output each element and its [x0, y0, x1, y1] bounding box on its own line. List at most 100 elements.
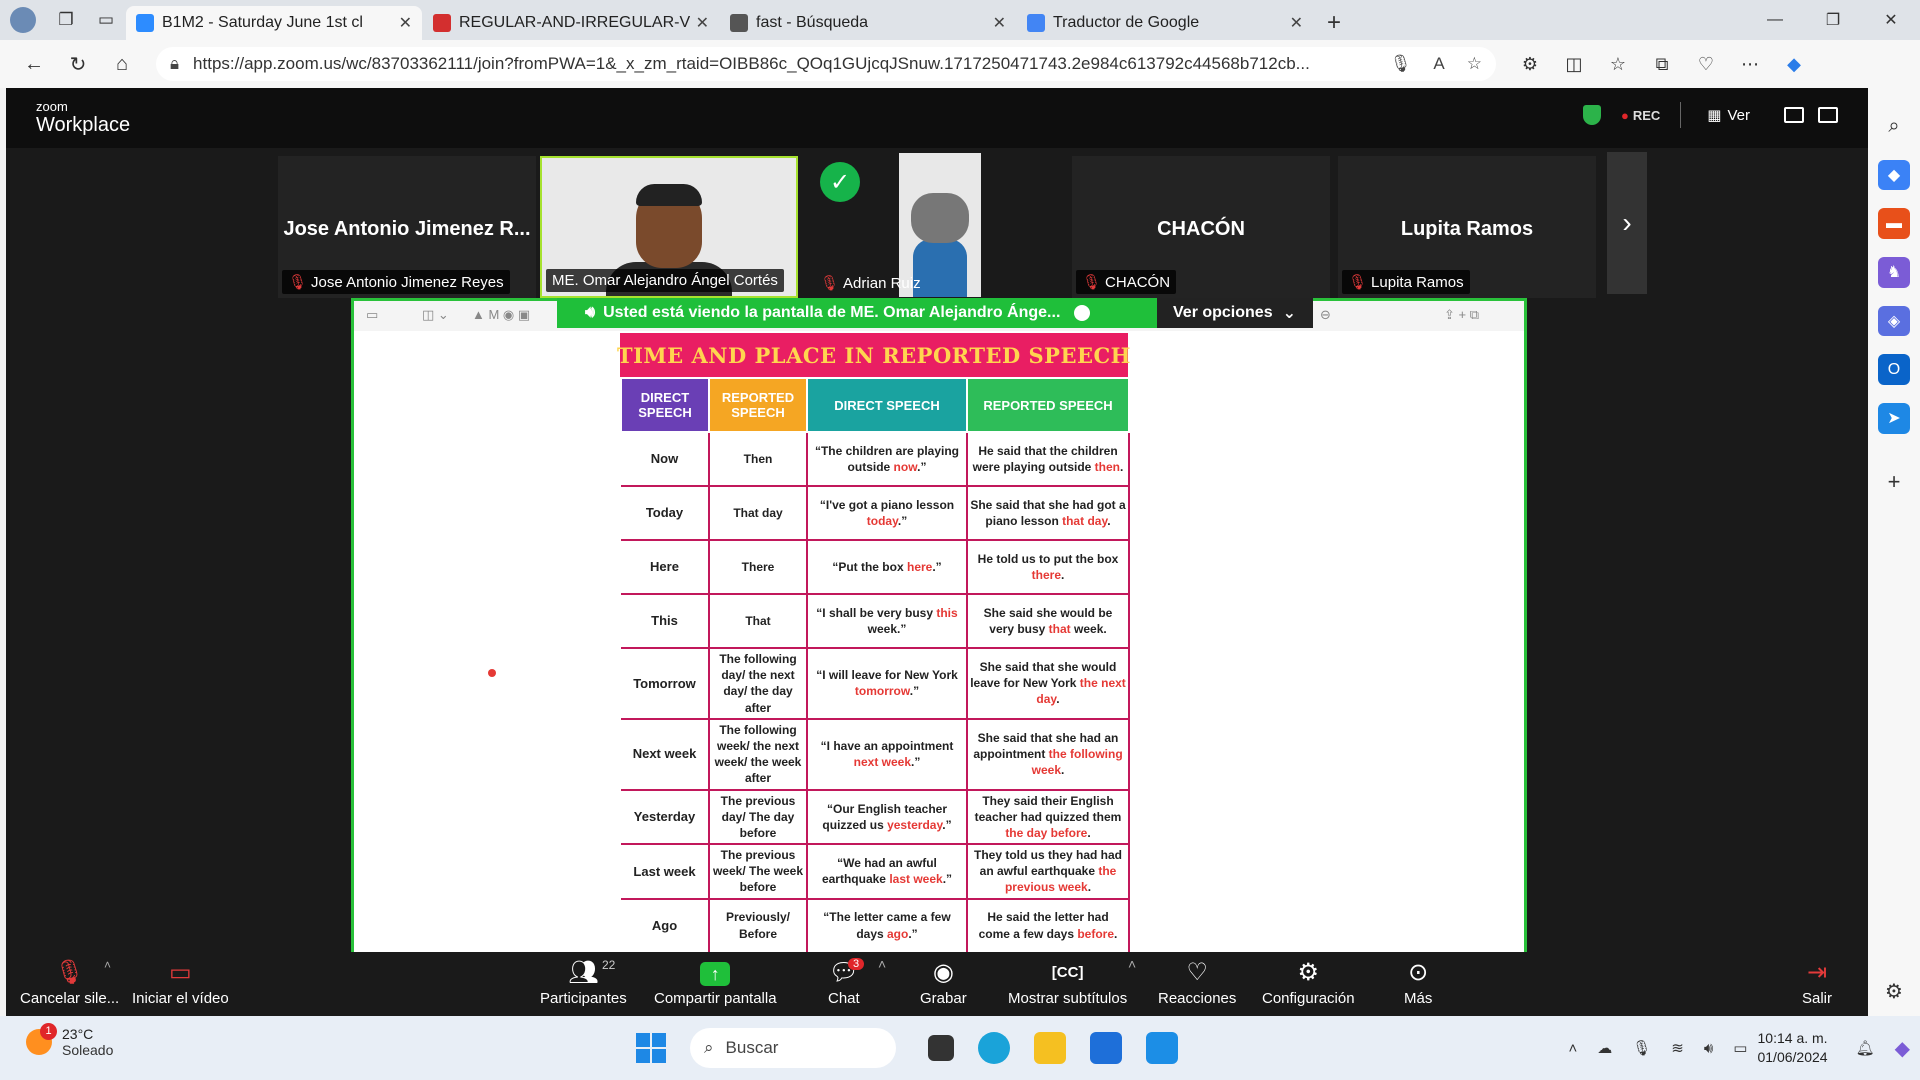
- favorite-star-icon[interactable]: ☆: [1467, 54, 1482, 74]
- task-view-icon[interactable]: [928, 1035, 954, 1061]
- unmute-button[interactable]: 🎙︎ ˄ Cancelar sile...: [20, 958, 119, 1007]
- reported-expression-cell: Then: [709, 432, 808, 487]
- participant-tile-lupita[interactable]: Lupita Ramos 🎙︎ Lupita Ramos: [1338, 156, 1596, 298]
- add-icon[interactable]: +: [1878, 467, 1910, 498]
- edge-icon[interactable]: [978, 1032, 1010, 1064]
- browser-tab[interactable]: Traductor de Google ✕: [1017, 6, 1313, 40]
- restore-button[interactable]: ❐: [1804, 0, 1862, 40]
- minimize-button[interactable]: —: [1746, 0, 1804, 40]
- next-page-chevron-icon[interactable]: ›: [1607, 152, 1647, 294]
- windows-taskbar: 1 23°C Soleado ⌕ Buscar ˄ ☁ 🎙︎ ≋ 🔊︎ ▭ 10…: [0, 1016, 1920, 1080]
- reported-expression-cell: There: [709, 540, 808, 595]
- collections-icon[interactable]: ⧉: [1640, 44, 1684, 84]
- settings-button[interactable]: ⚙ Configuración: [1262, 958, 1355, 1007]
- close-window-button[interactable]: ✕: [1862, 0, 1920, 40]
- record-button[interactable]: ◉ Grabar: [920, 958, 967, 1007]
- highlighted-text: then: [1094, 460, 1121, 474]
- weather-widget[interactable]: 1 23°C Soleado: [26, 1023, 113, 1058]
- file-explorer-icon[interactable]: [1034, 1032, 1066, 1064]
- captions-options-chevron-icon[interactable]: ˄: [1128, 956, 1136, 972]
- date: 01/06/2024: [1757, 1049, 1828, 1065]
- muted-mic-icon: 🎙︎: [1082, 274, 1102, 291]
- browser-tab[interactable]: B1M2 - Saturday June 1st cl ✕: [126, 6, 422, 40]
- copilot-app-icon[interactable]: ◈: [1878, 305, 1910, 337]
- more-menu-icon[interactable]: ⋯: [1728, 44, 1772, 84]
- video-off-icon: ▭: [169, 959, 192, 986]
- browser-tab[interactable]: REGULAR-AND-IRREGULAR-VERI ✕: [423, 6, 719, 40]
- search-icon[interactable]: ⌕: [1878, 111, 1910, 142]
- checkmark-icon: ✓: [820, 162, 860, 202]
- show-hidden-icons-chevron-icon[interactable]: ˄: [1568, 1040, 1577, 1057]
- bookmark-icons: ▲ M ◉ ▣: [472, 307, 531, 322]
- extensions-icon[interactable]: ⚙︎: [1508, 44, 1552, 84]
- chat-options-chevron-icon[interactable]: ˄: [878, 956, 886, 972]
- participant-name-label: Lupita Ramos: [1371, 274, 1464, 291]
- participant-tile-omar[interactable]: ME. Omar Alejandro Ángel Cortés: [540, 156, 798, 298]
- tab-icon: ▭: [366, 307, 379, 322]
- close-tab-icon[interactable]: ✕: [696, 13, 709, 33]
- start-video-button[interactable]: ▭ Iniciar el vídeo: [132, 958, 229, 1007]
- microphone-tray-icon[interactable]: 🎙︎: [1632, 1039, 1651, 1057]
- tab-actions-icon[interactable]: ▭: [86, 0, 126, 40]
- toolbox-icon[interactable]: ▬: [1878, 208, 1910, 240]
- mic-options-chevron-icon[interactable]: ˄: [104, 958, 111, 972]
- leave-button[interactable]: ⇥ Salir: [1802, 958, 1832, 1007]
- direct-example-cell: “I've got a piano lesson today.”: [807, 486, 968, 541]
- browser-tab[interactable]: fast - Búsqueda ✕: [720, 6, 1016, 40]
- read-aloud-icon[interactable]: A: [1433, 54, 1444, 74]
- back-button[interactable]: ←: [12, 44, 56, 84]
- muted-mic-icon: 🎙︎: [288, 274, 308, 291]
- pip-icon[interactable]: [1784, 107, 1804, 123]
- fullscreen-icon[interactable]: [1818, 107, 1838, 123]
- onedrive-icon[interactable]: ☁: [1597, 1039, 1612, 1057]
- outlook-icon[interactable]: O: [1878, 354, 1910, 386]
- chat-button[interactable]: 💬︎ 3 Chat: [828, 958, 865, 1007]
- url-field[interactable]: 🔒︎ https://app.zoom.us/wc/83703362111/jo…: [156, 47, 1496, 81]
- new-tab-button[interactable]: +: [1314, 6, 1354, 40]
- close-tab-icon[interactable]: ✕: [1290, 13, 1303, 33]
- games-icon[interactable]: ♞: [1878, 257, 1910, 288]
- store-icon[interactable]: [1090, 1032, 1122, 1064]
- captions-button[interactable]: [CC] Mostrar subtítulos: [1008, 958, 1127, 1007]
- copilot-icon[interactable]: ◆: [1772, 44, 1816, 84]
- notifications-bell-icon[interactable]: 🔔︎: [1856, 1039, 1875, 1057]
- settings-label: Configuración: [1262, 990, 1355, 1007]
- view-options-button[interactable]: Ver opciones ⌄: [1157, 298, 1313, 328]
- profile-avatar[interactable]: [0, 0, 46, 40]
- close-tab-icon[interactable]: ✕: [399, 13, 412, 33]
- wifi-icon[interactable]: ≋: [1671, 1039, 1684, 1057]
- battery-icon[interactable]: ▭: [1733, 1039, 1747, 1057]
- close-tab-icon[interactable]: ✕: [993, 13, 1006, 33]
- share-screen-button[interactable]: ↑ Compartir pantalla: [654, 958, 777, 1007]
- microphone-icon[interactable]: 🎙︎: [1390, 54, 1412, 74]
- reactions-button[interactable]: ♡ Reacciones: [1158, 958, 1236, 1007]
- workspaces-icon[interactable]: ❐: [46, 0, 86, 40]
- address-bar-row: ← ↻ ⌂ 🔒︎ https://app.zoom.us/wc/83703362…: [0, 40, 1920, 88]
- home-button[interactable]: ⌂: [100, 44, 144, 84]
- text-segment: week.: [1070, 622, 1107, 636]
- split-screen-icon[interactable]: ◫: [1552, 44, 1596, 84]
- browser-essentials-icon[interactable]: ♡: [1684, 44, 1728, 84]
- participants-button[interactable]: 👥︎ 22 Participantes: [540, 958, 627, 1007]
- more-button[interactable]: ⊙ Más: [1404, 958, 1432, 1007]
- participant-tile-chacon[interactable]: CHACÓN 🎙︎ CHACÓN: [1072, 156, 1330, 298]
- direct-expression-cell: This: [621, 594, 710, 649]
- view-button[interactable]: ▦ Ver: [1707, 106, 1750, 125]
- recording-indicator[interactable]: REC: [1621, 108, 1660, 123]
- encryption-shield-icon[interactable]: [1582, 105, 1601, 125]
- start-button[interactable]: [636, 1033, 666, 1063]
- favorites-icon[interactable]: ☆: [1596, 44, 1640, 84]
- copilot-taskbar-icon[interactable]: ◆: [1895, 1036, 1910, 1061]
- volume-icon[interactable]: 🔊︎: [1704, 1040, 1713, 1057]
- clock[interactable]: 10:14 a. m. 01/06/2024: [1757, 1029, 1827, 1067]
- share-label: Compartir pantalla: [654, 990, 777, 1007]
- sidebar-settings-icon[interactable]: ⚙: [1878, 976, 1910, 1007]
- participant-tile-jose[interactable]: Jose Antonio Jimenez R... 🎙︎ Jose Antonio…: [278, 156, 536, 298]
- highlighted-text: next week: [853, 755, 912, 770]
- taskbar-search[interactable]: ⌕ Buscar: [690, 1028, 896, 1068]
- send-icon[interactable]: ➤: [1878, 403, 1910, 434]
- tab-title: fast - Búsqueda: [756, 14, 869, 31]
- tag-icon[interactable]: ◆: [1878, 159, 1910, 191]
- refresh-button[interactable]: ↻: [56, 44, 100, 84]
- vscode-icon[interactable]: [1146, 1032, 1178, 1064]
